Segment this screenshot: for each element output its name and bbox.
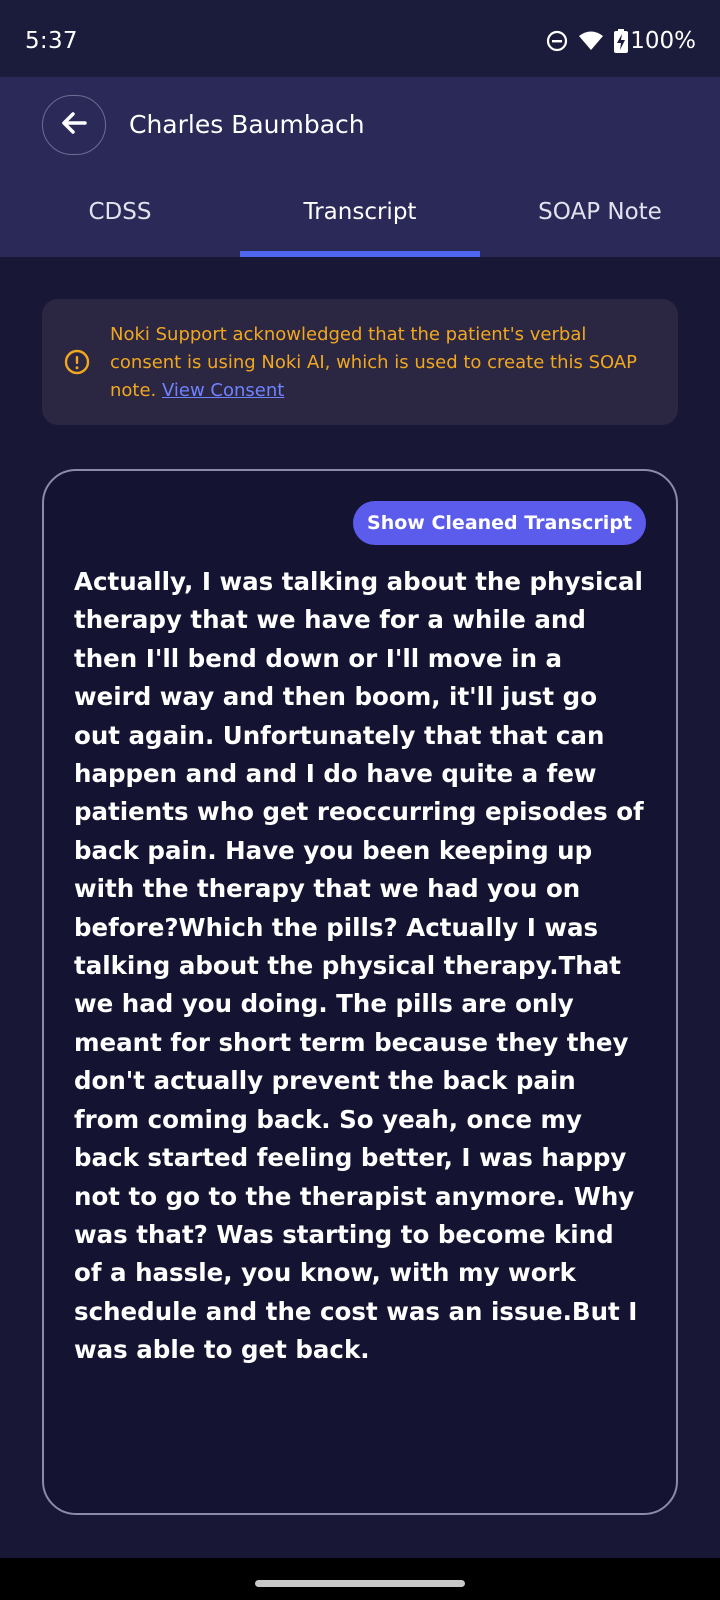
- transcript-text: Actually, I was talking about the physic…: [74, 567, 644, 1365]
- status-time: 5:37: [25, 28, 78, 54]
- battery-charging-icon: [614, 29, 629, 53]
- status-icons: 100%: [546, 28, 696, 54]
- wifi-icon: [578, 30, 604, 52]
- consent-banner: Noki Support acknowledged that the patie…: [42, 299, 678, 425]
- consent-message: Noki Support acknowledged that the patie…: [110, 321, 650, 405]
- tab-cdss[interactable]: CDSS: [0, 177, 240, 257]
- system-nav-bar: [0, 1558, 720, 1600]
- tab-transcript[interactable]: Transcript: [240, 177, 480, 257]
- page-title: Charles Baumbach: [129, 110, 365, 139]
- home-gesture-handle[interactable]: [255, 1580, 465, 1587]
- arrow-left-icon: [61, 111, 87, 139]
- do-not-disturb-icon: [546, 30, 568, 52]
- show-cleaned-transcript-button[interactable]: Show Cleaned Transcript: [353, 501, 646, 545]
- view-consent-link[interactable]: View Consent: [162, 380, 284, 401]
- transcript-card: Show Cleaned Transcript Actually, I was …: [42, 469, 678, 1515]
- app-header: Charles Baumbach CDSS Transcript SOAP No…: [0, 77, 720, 257]
- info-circle-icon: [64, 349, 90, 379]
- back-button[interactable]: [42, 95, 106, 155]
- tab-bar: CDSS Transcript SOAP Note: [0, 177, 720, 257]
- tab-soap-note[interactable]: SOAP Note: [480, 177, 720, 257]
- battery-percent: 100%: [630, 28, 696, 54]
- status-bar: 5:37 100%: [0, 0, 720, 77]
